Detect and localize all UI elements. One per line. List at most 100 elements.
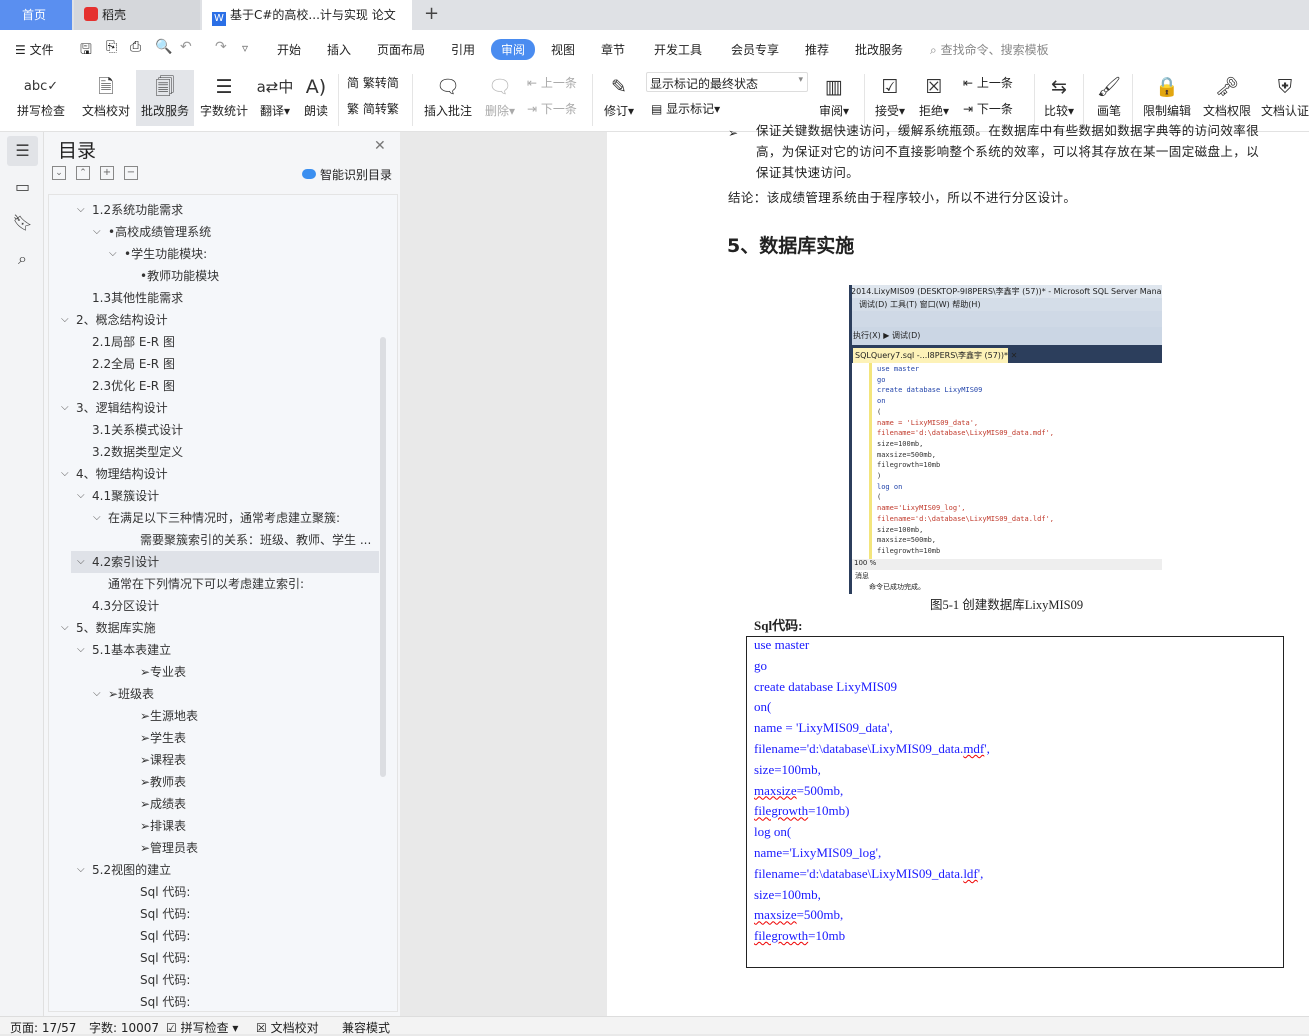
toc-item[interactable]: ⌵ 2、概念结构设计 [49,309,379,331]
toc-item[interactable]: ➢成绩表 [49,793,379,815]
toc-item[interactable]: ⌵ 4.2索引设计 [71,551,379,573]
toc-item[interactable]: 3.2数据类型定义 [49,441,379,463]
print-icon[interactable]: ⎙ [130,39,141,55]
print-preview-icon[interactable]: 🔍 [155,39,172,55]
toc-item[interactable]: ➢排课表 [49,815,379,837]
smart-toc-button[interactable]: 智能识别目录 [302,166,392,183]
chevron-down-icon[interactable]: ⌵ [61,397,69,419]
toc-item[interactable]: ⌵ 在满足以下三种情况时，通常考虑建立聚簇: [49,507,379,529]
redo-icon[interactable]: ↷ [215,39,227,55]
track-changes-button[interactable]: ✎ 修订▾ [600,72,638,124]
search-icon[interactable]: ⌕ [7,244,38,274]
menu-start[interactable]: 开始 [277,41,301,58]
quick-access-dropdown-icon[interactable]: ▿ [242,41,248,55]
toc-item[interactable]: 4.3分区设计 [49,595,379,617]
doc-certify-button[interactable]: ⛨ 文档认证 [1258,72,1309,124]
menu-layout[interactable]: 页面布局 [377,41,425,58]
page-indicator[interactable]: 页面: 17/57 [10,1019,76,1036]
menu-review[interactable]: 审阅 [491,39,536,60]
file-menu[interactable]: ☰ 文件 [15,41,54,58]
toc-item[interactable]: Sql 代码: [49,881,379,903]
prev-change-button[interactable]: ⇤ 上一条 [963,74,1013,91]
menu-insert[interactable]: 插入 [327,41,351,58]
chevron-down-icon[interactable]: ⌵ [77,639,85,661]
show-markup-button[interactable]: ▤ 显示标记▾ [651,100,720,117]
trad-to-simp-button[interactable]: 简 繁转简 [347,74,399,91]
doc-permission-button[interactable]: 🗝 文档权限 [1200,72,1254,124]
toc-item[interactable]: ⌵ 1.2系统功能需求 [49,199,379,221]
toc-item[interactable]: ➢管理员表 [49,837,379,859]
menu-member[interactable]: 会员专享 [731,41,779,58]
chevron-down-icon[interactable]: ⌵ [93,683,101,705]
restrict-edit-button[interactable]: 🔒 限制编辑 [1140,72,1194,124]
toc-item[interactable]: Sql 代码: [49,991,379,1011]
toc-item[interactable]: ⌵ 3、逻辑结构设计 [49,397,379,419]
bookmark-icon[interactable]: 🔖︎ [7,208,38,238]
spelling-error[interactable]: ldf [963,866,977,881]
next-change-button[interactable]: ⇥ 下一条 [963,100,1013,117]
spelling-error[interactable]: mdf [963,741,984,756]
toc-item[interactable]: ⌵ 4、物理结构设计 [49,463,379,485]
review-pane-button[interactable]: ▥ 审阅▾ [814,72,854,124]
chevron-down-icon[interactable]: ⌵ [93,507,101,529]
close-icon[interactable]: ✕ [374,138,386,154]
toc-item[interactable]: ⌵ 5、数据库实施 [49,617,379,639]
menu-chapter[interactable]: 章节 [601,41,625,58]
toc-item[interactable]: 1.3其他性能需求 [49,287,379,309]
markup-state-select[interactable]: 显示标记的最终状态 ▾ [646,72,808,92]
new-tab-button[interactable]: + [424,3,439,24]
toc-item[interactable]: •教师功能模块 [49,265,379,287]
scrollbar[interactable] [380,337,386,777]
expand-all-button[interactable]: ⌄ [52,166,66,180]
toc-item[interactable]: ⌵ •学生功能模块: [49,243,379,265]
chevron-down-icon[interactable]: ⌵ [77,199,85,221]
correction-service-button[interactable]: 🗐 批改服务 [136,70,194,126]
menu-view[interactable]: 视图 [551,41,575,58]
toc-item[interactable]: 通常在下列情况下可以考虑建立索引: [49,573,379,595]
toc-item[interactable]: ➢课程表 [49,749,379,771]
toc-item[interactable]: ⌵ •高校成绩管理系统 [49,221,379,243]
collapse-all-button[interactable]: ⌃ [76,166,90,180]
chevron-down-icon[interactable]: ⌵ [61,463,69,485]
compare-button[interactable]: ⇆ 比较▾ [1040,72,1078,124]
spell-check-toggle[interactable]: ☑ 拼写检查 ▾ [166,1019,238,1036]
word-count[interactable]: 字数: 10007 [89,1019,159,1036]
proofread-toggle[interactable]: ☒ 文档校对 [256,1019,319,1036]
chevron-down-icon[interactable]: ⌵ [77,551,85,573]
toc-item[interactable]: Sql 代码: [49,925,379,947]
spelling-error[interactable]: maxsize [754,907,797,922]
toc-item[interactable]: ⌵ 5.1基本表建立 [49,639,379,661]
spelling-error[interactable]: maxsize [754,783,797,798]
chevron-down-icon[interactable]: ⌵ [93,221,101,243]
delete-comment-button[interactable]: 🗨 删除▾ [480,72,520,124]
save-icon[interactable]: 🖫 [80,39,92,63]
chevron-down-icon[interactable]: ⌵ [77,859,85,881]
next-comment-button[interactable]: ⇥ 下一条 [527,100,577,117]
tab-daoke[interactable]: 稻壳 [74,0,200,30]
toc-item[interactable]: ⌵ 4.1聚簇设计 [49,485,379,507]
toc-icon[interactable]: ☰ [7,136,38,166]
toc-item[interactable]: 2.2全局 E-R 图 [49,353,379,375]
menu-correction[interactable]: 批改服务 [855,41,903,58]
menu-recommend[interactable]: 推荐 [805,41,829,58]
export-icon[interactable]: ⎘ [106,39,117,55]
undo-icon[interactable]: ↶ [180,39,192,55]
expand-level-button[interactable]: + [100,166,114,180]
read-aloud-button[interactable]: A) 朗读 [300,72,332,124]
toc-item[interactable]: Sql 代码: [49,947,379,969]
toc-item[interactable]: 需要聚簇索引的关系：班级、教师、学生 ... [49,529,379,551]
menu-devtools[interactable]: 开发工具 [654,41,702,58]
toc-item[interactable]: Sql 代码: [49,969,379,991]
outline-icon[interactable]: ▭ [7,172,38,202]
reject-button[interactable]: ☒ 拒绝▾ [914,72,954,124]
insert-comment-button[interactable]: 🗨 插入批注 [420,72,476,124]
tab-document[interactable]: W 基于C#的高校...计与实现 论文 [202,0,412,30]
toc-item[interactable]: ➢专业表 [49,661,379,683]
spelling-error[interactable]: filegrowth [754,928,808,943]
pen-button[interactable]: 🖌 画笔 [1090,72,1128,124]
menu-references[interactable]: 引用 [451,41,475,58]
spelling-error[interactable]: filegrowth [754,803,808,818]
toc-item[interactable]: ➢学生表 [49,727,379,749]
chevron-down-icon[interactable]: ⌵ [109,243,117,265]
collapse-level-button[interactable]: − [124,166,138,180]
